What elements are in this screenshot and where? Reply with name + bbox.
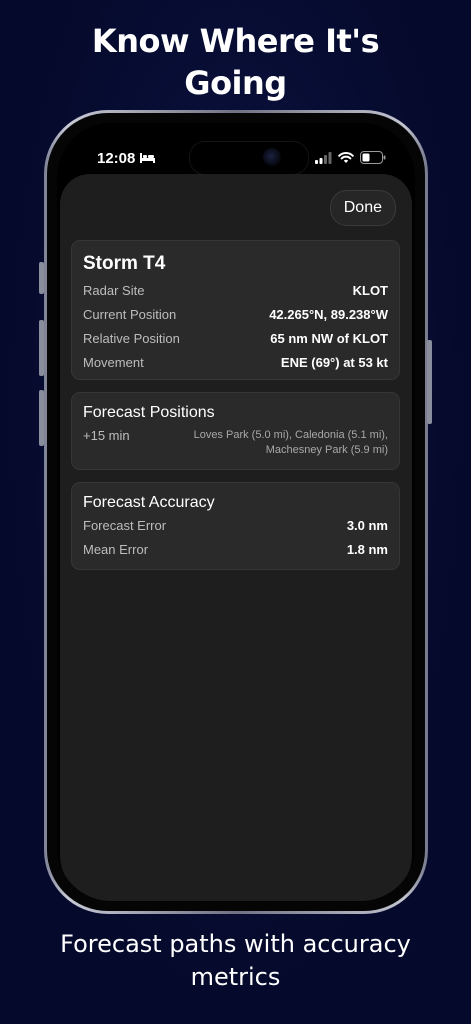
dynamic-island [189, 141, 309, 175]
phone-screen: 12:08 Done Storm T4 Radar Site KLOT Curr… [57, 123, 415, 901]
action-button [39, 262, 44, 294]
forecast-positions-card: Forecast Positions +15 min Loves Park (5… [71, 392, 400, 470]
row-label: Radar Site [83, 283, 145, 298]
storm-title: Storm T4 [83, 253, 166, 274]
accuracy-row-forecast-error: Forecast Error 3.0 nm [83, 518, 388, 542]
phone-frame: 12:08 Done Storm T4 Radar Site KLOT Curr… [44, 110, 428, 914]
row-value: 1.8 nm [346, 542, 388, 557]
cellular-signal-icon [315, 152, 332, 164]
forecast-row: +15 min Loves Park (5.0 mi), Caledonia (… [83, 428, 388, 458]
info-row-movement: Movement ENE (69°) at 53 kt [83, 355, 388, 379]
storm-details-sheet: Done Storm T4 Radar Site KLOT Current Po… [60, 174, 412, 901]
row-label: Current Position [83, 307, 177, 322]
row-label: Forecast Error [83, 518, 167, 533]
row-value: 65 nm NW of KLOT [270, 331, 388, 346]
promo-page: Know Where It's Going 12:08 Done Storm T… [0, 0, 471, 1024]
status-bar: 12:08 [57, 123, 415, 175]
row-value: KLOT [352, 283, 388, 298]
storm-info-card: Storm T4 Radar Site KLOT Current Positio… [71, 240, 400, 380]
row-label: Movement [83, 355, 144, 370]
caption-text: Forecast paths with accuracy metrics [60, 930, 411, 991]
info-row-relative-position: Relative Position 65 nm NW of KLOT [83, 331, 388, 355]
done-button[interactable]: Done [329, 190, 396, 226]
promo-caption: Forecast paths with accuracy metrics [0, 928, 471, 994]
row-label: Mean Error [83, 542, 149, 557]
forecast-positions-title: Forecast Positions [83, 404, 215, 421]
accuracy-row-mean-error: Mean Error 1.8 nm [83, 542, 388, 566]
wifi-icon [338, 151, 354, 163]
forecast-places-line: Loves Park (5.0 mi), Caledonia (5.1 mi), [193, 429, 388, 441]
forecast-time: +15 min [83, 428, 130, 443]
volume-down-button [39, 390, 44, 446]
forecast-places: Loves Park (5.0 mi), Caledonia (5.1 mi),… [168, 428, 388, 458]
volume-up-button [39, 320, 44, 376]
bed-icon [140, 153, 155, 163]
promo-headline: Know Where It's Going [0, 20, 471, 104]
status-time: 12:08 [97, 150, 136, 167]
headline-text: Know Where It's Going [91, 22, 380, 102]
info-row-radar-site: Radar Site KLOT [83, 283, 388, 307]
forecast-accuracy-title: Forecast Accuracy [83, 494, 215, 511]
info-row-current-position: Current Position 42.265°N, 89.238°W [83, 307, 388, 331]
battery-icon [360, 151, 386, 164]
row-value: ENE (69°) at 53 kt [280, 355, 388, 370]
forecast-places-line: Machesney Park (5.9 mi) [265, 444, 388, 456]
phone-bezel: 12:08 Done Storm T4 Radar Site KLOT Curr… [47, 113, 425, 911]
row-label: Relative Position [83, 331, 180, 346]
power-button [427, 340, 432, 424]
row-value: 42.265°N, 89.238°W [269, 307, 388, 322]
forecast-accuracy-card: Forecast Accuracy Forecast Error 3.0 nm … [71, 482, 400, 570]
front-camera [263, 148, 281, 166]
row-value: 3.0 nm [346, 518, 388, 533]
